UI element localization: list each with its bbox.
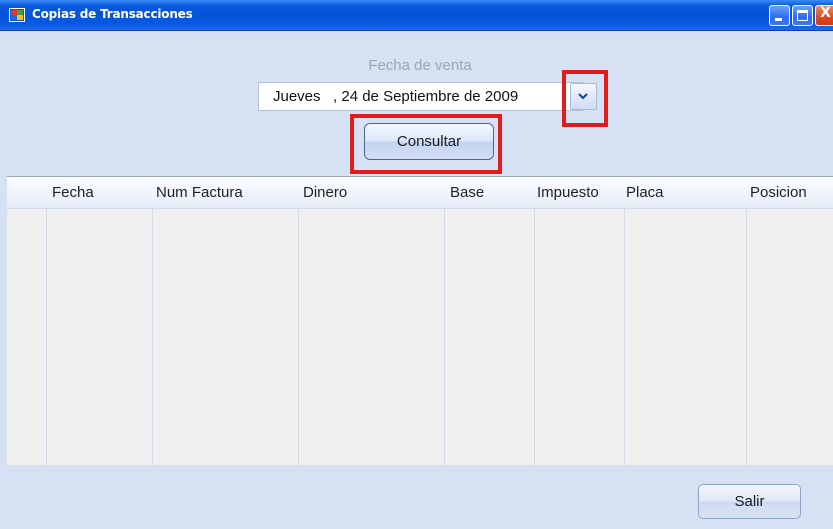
app-icon — [9, 8, 25, 22]
column-header-num-factura[interactable]: Num Factura — [156, 184, 243, 201]
sale-date-picker[interactable]: Jueves , 24 de Septiembre de 2009 — [258, 82, 583, 111]
column-header-dinero[interactable]: Dinero — [303, 184, 347, 201]
column-divider — [298, 209, 299, 465]
column-header-placa[interactable]: Placa — [626, 184, 664, 201]
column-divider — [152, 209, 153, 465]
column-divider — [746, 209, 747, 465]
sale-date-label: Fecha de venta — [368, 57, 472, 74]
column-divider — [534, 209, 535, 465]
sale-date-value: Jueves , 24 de Septiembre de 2009 — [273, 88, 519, 105]
column-divider — [624, 209, 625, 465]
transactions-grid[interactable]: Fecha Num Factura Dinero Base Impuesto P… — [7, 176, 833, 465]
column-divider — [444, 209, 445, 465]
title-bar[interactable]: Copias de Transacciones X — [0, 0, 833, 31]
column-header-fecha[interactable]: Fecha — [52, 184, 94, 201]
maximize-button[interactable] — [792, 5, 813, 26]
close-button[interactable]: X — [815, 5, 833, 26]
grid-header: Fecha Num Factura Dinero Base Impuesto P… — [7, 177, 833, 209]
highlight-box-dropdown — [562, 70, 608, 127]
close-icon: X — [820, 5, 831, 21]
highlight-box-consultar — [350, 114, 502, 174]
app-window: Copias de Transacciones X Fecha de venta… — [0, 0, 833, 529]
column-divider — [46, 209, 47, 465]
maximize-icon — [797, 10, 808, 21]
column-header-impuesto[interactable]: Impuesto — [537, 184, 599, 201]
salir-button[interactable]: Salir — [698, 484, 801, 519]
column-header-posicion[interactable]: Posicion — [750, 184, 807, 201]
column-header-base[interactable]: Base — [450, 184, 484, 201]
minimize-button[interactable] — [769, 5, 790, 26]
minimize-icon — [775, 18, 782, 21]
window-title: Copias de Transacciones — [32, 7, 193, 21]
